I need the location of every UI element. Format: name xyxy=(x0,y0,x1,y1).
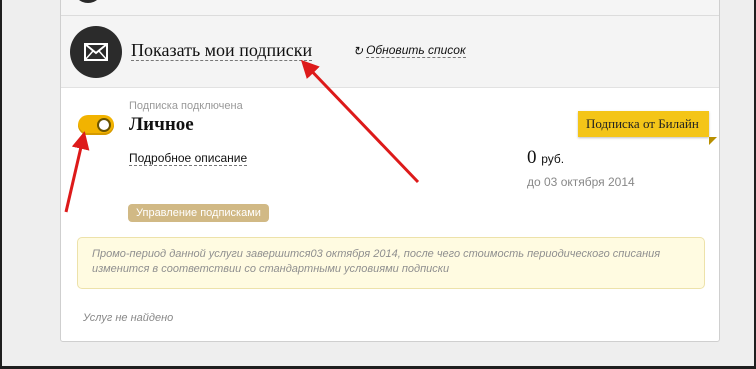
previous-section-strip xyxy=(61,0,719,16)
badge-fold xyxy=(709,137,717,145)
detailed-description-link[interactable]: Подробное описание xyxy=(129,151,248,166)
valid-until: до 03 октября 2014 xyxy=(527,175,635,189)
subscription-toggle[interactable] xyxy=(78,115,114,135)
subscription-name: Личное xyxy=(129,114,194,135)
envelope-icon xyxy=(70,26,122,78)
manage-subscriptions-button[interactable]: Управление подписками xyxy=(128,204,269,222)
refresh-icon: ↻ xyxy=(353,43,364,58)
provider-badge: Подписка от Билайн xyxy=(578,111,709,137)
subscriptions-header: Показать мои подписки ↻ Обновить список xyxy=(61,16,719,88)
price-unit: руб. xyxy=(541,152,565,166)
refresh-list-label: Обновить список xyxy=(366,43,466,58)
previous-section-icon xyxy=(73,0,103,3)
refresh-list-link[interactable]: ↻ Обновить список xyxy=(353,43,466,58)
price-value: 0 xyxy=(527,147,537,168)
subscription-status: Подписка подключена xyxy=(129,100,243,112)
promo-notice: Промо-период данной услуги завершится03 … xyxy=(77,237,705,289)
window-edge-left xyxy=(0,0,2,369)
show-my-subscriptions-link[interactable]: Показать мои подписки xyxy=(131,40,313,61)
toggle-knob xyxy=(97,118,111,132)
subscription-price: 0 руб. xyxy=(527,147,564,169)
no-services-message: Услуг не найдено xyxy=(83,312,174,324)
subscriptions-panel: Показать мои подписки ↻ Обновить список … xyxy=(60,0,720,342)
